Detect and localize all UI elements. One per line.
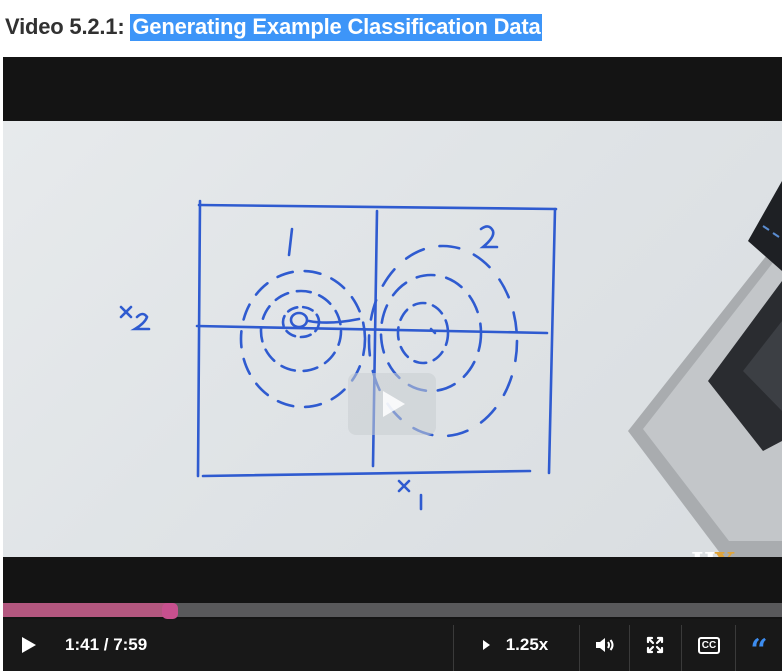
progress-handle[interactable] <box>162 603 178 619</box>
caret-right-icon <box>482 640 490 650</box>
volume-icon <box>596 638 614 652</box>
whiteboard-drawing <box>119 181 782 557</box>
fullscreen-icon <box>646 636 664 654</box>
video-heading: Video 5.2.1: Generating Example Classifi… <box>5 14 543 44</box>
video-player[interactable]: HX 1:41 / 7:59 1.25x <box>3 57 782 671</box>
fullscreen-button[interactable] <box>633 619 677 671</box>
closed-captions-button[interactable]: CC <box>687 619 731 671</box>
transcript-button[interactable]: “ <box>739 619 779 671</box>
big-play-icon[interactable] <box>348 373 436 435</box>
speed-label: 1.25x <box>505 635 549 654</box>
time-display: 1:41 / 7:59 <box>65 635 148 654</box>
progress-bar[interactable] <box>3 603 782 619</box>
volume-button[interactable] <box>585 619 625 671</box>
control-bar: 1:41 / 7:59 1.25x CC “ <box>3 619 782 671</box>
quote-icon: “ <box>750 633 768 668</box>
video-heading-prefix: Video 5.2.1: <box>5 14 131 39</box>
video-frame[interactable]: HX <box>3 121 782 557</box>
video-heading-title: Generating Example Classification Data <box>130 14 543 41</box>
speed-button[interactable]: 1.25x <box>465 619 565 671</box>
progress-played <box>3 603 170 617</box>
play-icon <box>22 637 36 653</box>
hx-logo: HX <box>691 548 735 557</box>
cc-icon: CC <box>697 636 721 654</box>
play-button[interactable] <box>9 619 49 671</box>
